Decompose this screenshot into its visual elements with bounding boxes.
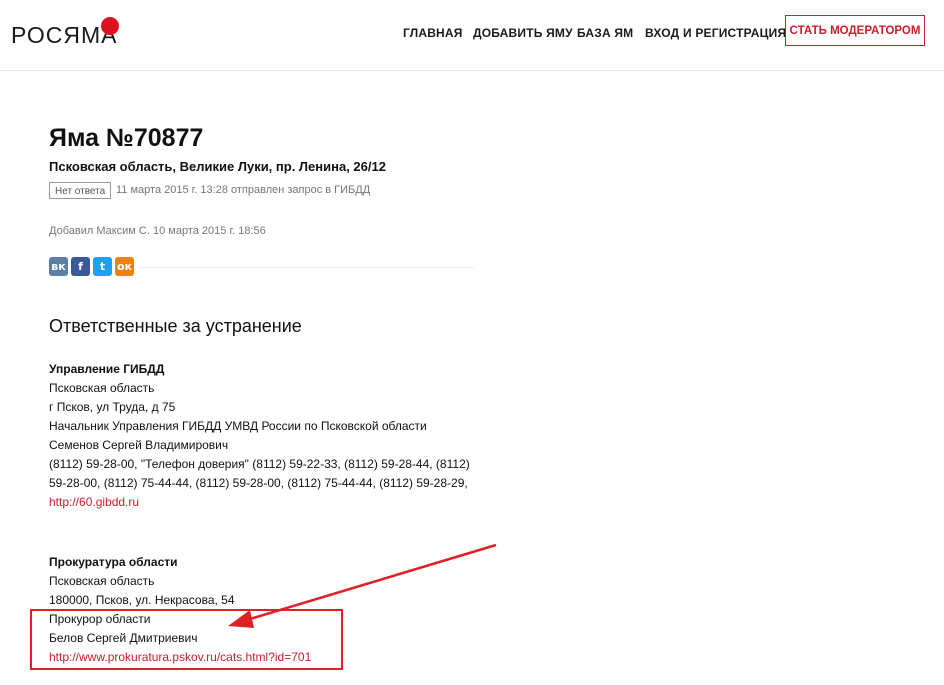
annotation-arrow-icon (228, 543, 497, 628)
